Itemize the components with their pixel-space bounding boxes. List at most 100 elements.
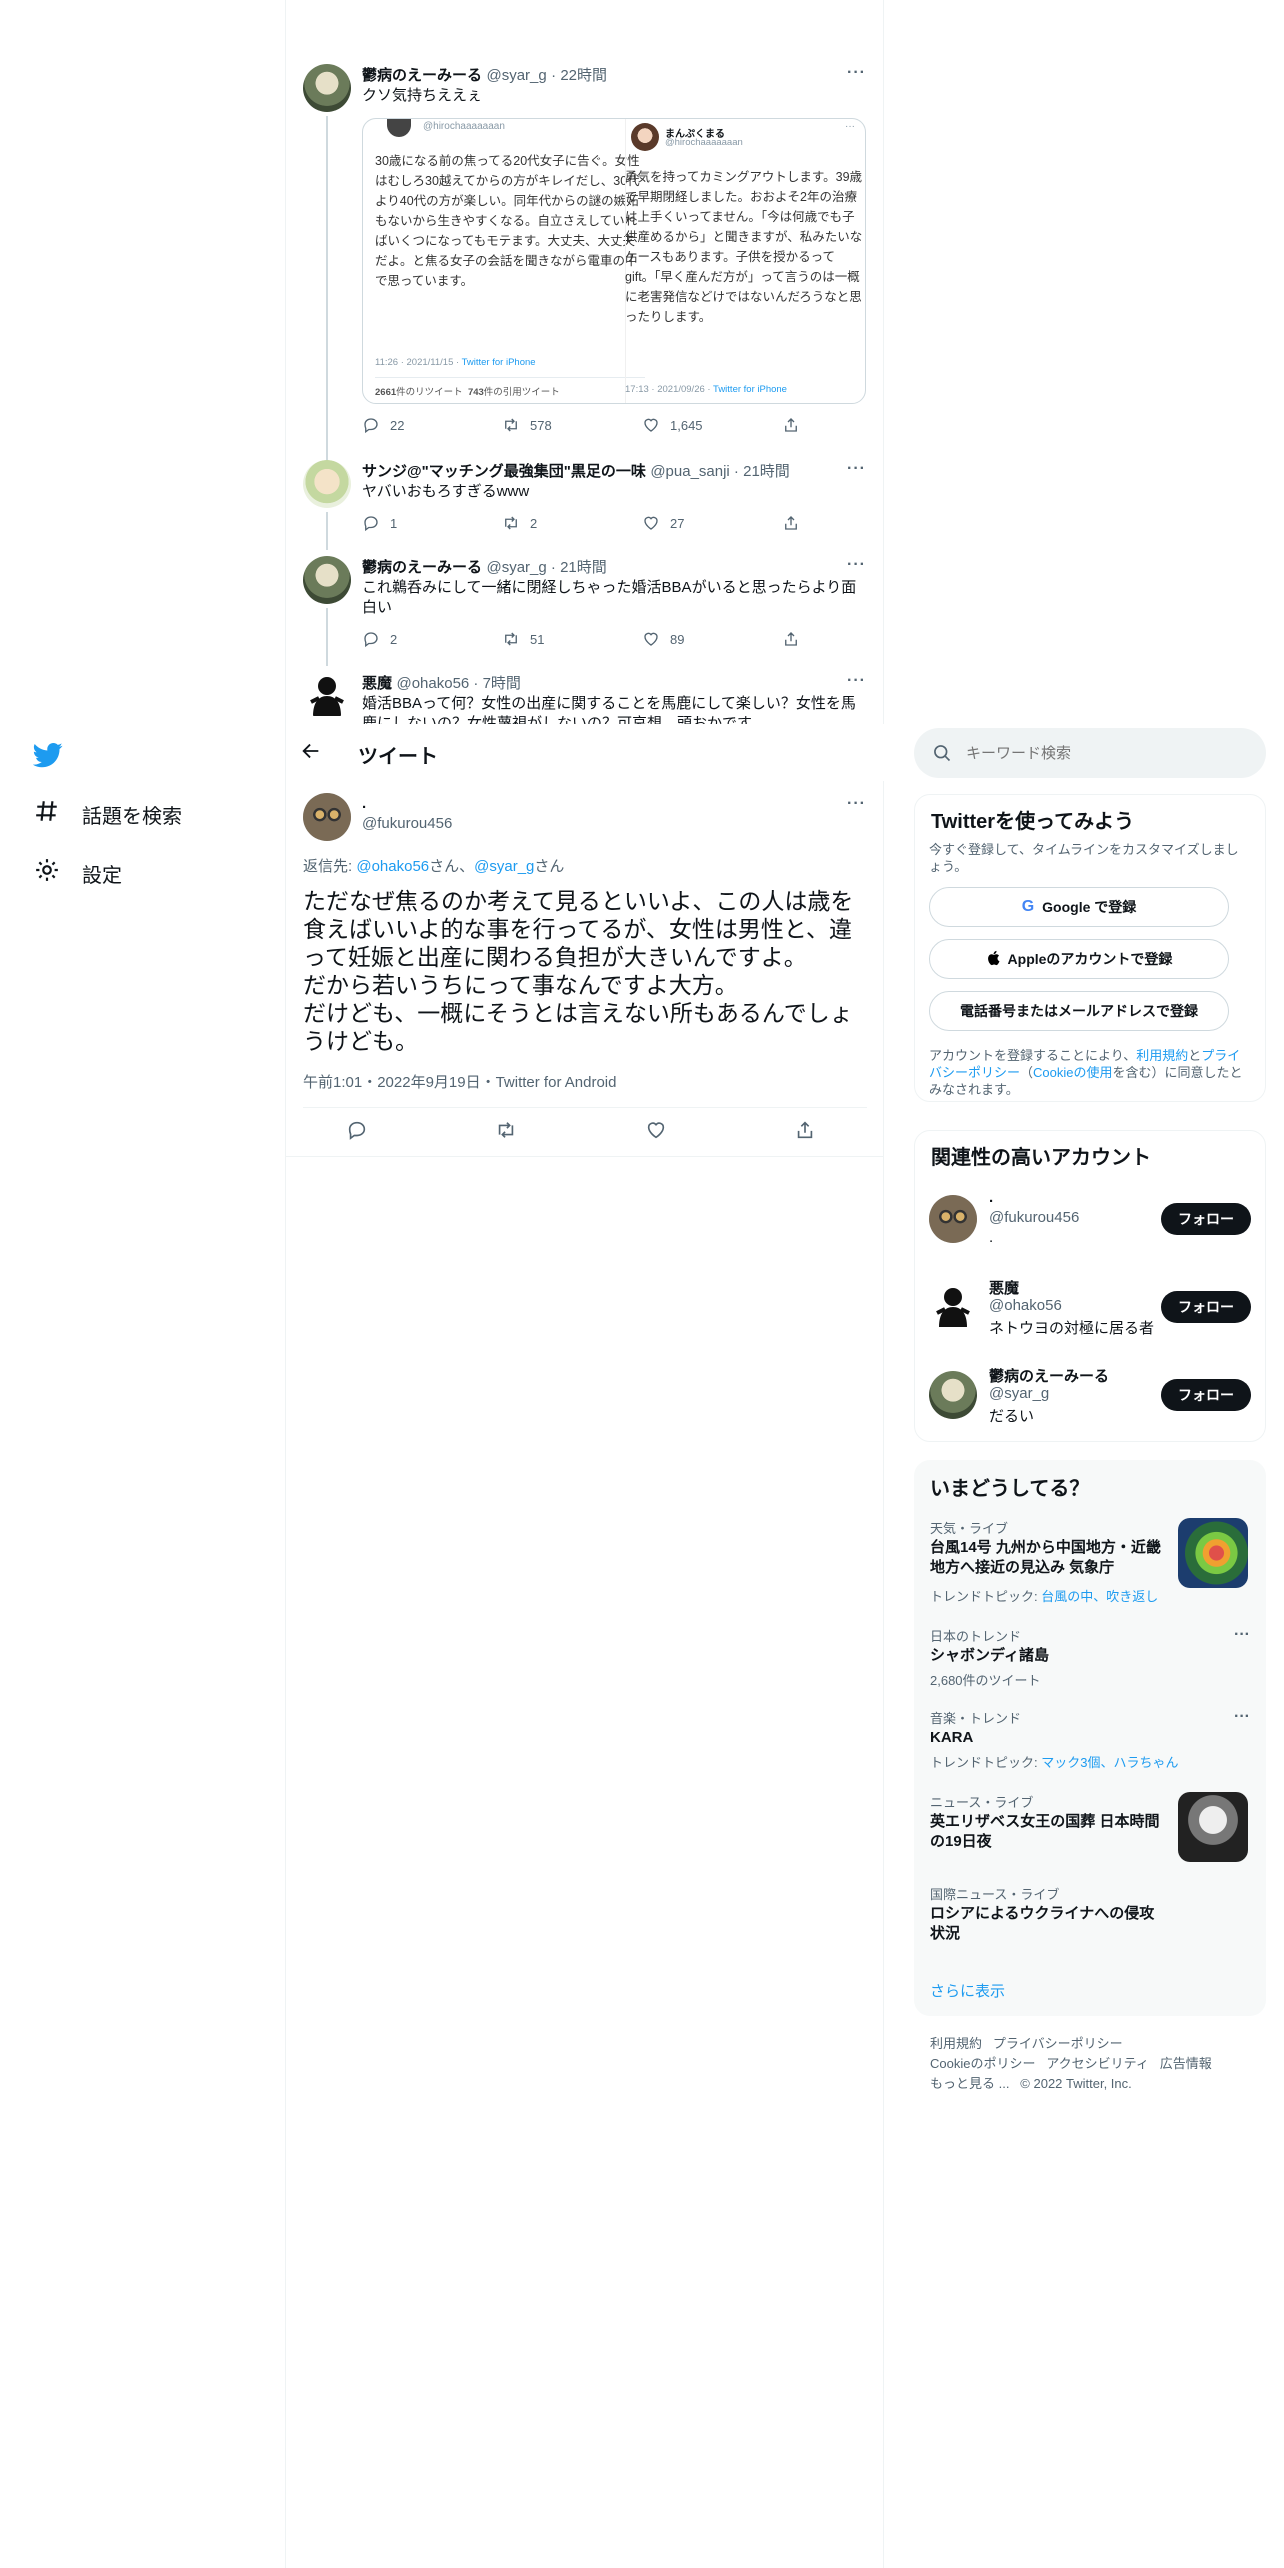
embed-left-time: 11:26 · 2021/11/15 · — [375, 357, 462, 368]
reply-to-link[interactable]: @ohako56 — [356, 858, 429, 875]
like-button[interactable]: 1,645 — [642, 416, 752, 434]
related-account[interactable]: 鬱病のえーみーる @syar_g だるい フォロー — [915, 1363, 1267, 1445]
follow-button[interactable]: フォロー — [1161, 1291, 1251, 1323]
show-more-link[interactable]: さらに表示 — [930, 1980, 1005, 2001]
google-signup-button[interactable]: G Google で登録 — [929, 887, 1229, 927]
trend-sub-links[interactable]: 台風の中、吹き返し — [1041, 1589, 1158, 1604]
phone-signup-button[interactable]: 電話番号またはメールアドレスで登録 — [929, 991, 1229, 1031]
share-button[interactable] — [782, 416, 802, 434]
share-button[interactable] — [782, 514, 802, 532]
apple-signup-button[interactable]: Appleのアカウントで登録 — [929, 939, 1229, 979]
tweet-time[interactable]: 21時間 — [560, 559, 607, 576]
trend-item[interactable]: ニュース・ライブ 英エリザベス女王の国葬 日本時間の19日夜 — [914, 1792, 1266, 1872]
author-handle[interactable]: @pua_sanji — [650, 463, 729, 480]
twitter-logo-icon[interactable] — [32, 740, 63, 775]
author-name[interactable]: 悪魔 — [362, 675, 392, 692]
follow-button[interactable]: フォロー — [1161, 1379, 1251, 1411]
retweet-button[interactable]: 2 — [502, 514, 612, 532]
like-button[interactable]: 89 — [642, 630, 752, 648]
avatar[interactable] — [929, 1283, 977, 1331]
account-handle[interactable]: @ohako56 — [989, 1297, 1062, 1314]
trend-item[interactable]: 国際ニュース・ライブ ロシアによるウクライナへの侵攻状況 — [914, 1884, 1266, 1964]
avatar[interactable] — [303, 556, 351, 604]
tweet-time[interactable]: 22時間 — [560, 67, 607, 84]
search-box[interactable] — [914, 728, 1266, 778]
thread-tweet[interactable]: 悪魔 @ohako56 · 7時間 ··· 婚活BBAって何？女性の出産に関する… — [286, 664, 884, 724]
nav-explore[interactable]: 話題を検索 — [34, 798, 182, 830]
tweet-time[interactable]: 7時間 — [483, 675, 521, 692]
trend-image[interactable] — [1178, 1792, 1248, 1862]
more-icon[interactable]: ··· — [847, 556, 866, 574]
avatar[interactable] — [303, 64, 351, 112]
trend-item[interactable]: 音楽・トレンド KARA トレンドトピック: マック3個、ハラちゃん ··· — [914, 1708, 1266, 1788]
reply-button[interactable]: 1 — [362, 514, 472, 532]
related-accounts-card: 関連性の高いアカウント . @fukurou456 . フォロー 悪魔 @oha… — [914, 1130, 1266, 1442]
google-signup-label: Google で登録 — [1042, 899, 1137, 915]
author-name[interactable]: 鬱病のえーみーる — [362, 67, 482, 84]
trend-image[interactable] — [1178, 1518, 1248, 1588]
author-handle[interactable]: @syar_g — [486, 67, 546, 84]
thread-tweet[interactable]: サンジ@"マッチング最強集団"黒足の一味 @pua_sanji · 21時間 ·… — [286, 452, 884, 550]
related-account[interactable]: 悪魔 @ohako56 ネトウヨの対極に居る者 フォロー — [915, 1275, 1267, 1357]
more-icon[interactable]: ··· — [847, 64, 866, 82]
retweet-button[interactable]: 51 — [502, 630, 612, 648]
trend-sub-links[interactable]: マック3個、ハラちゃん — [1041, 1755, 1178, 1770]
avatar[interactable] — [303, 460, 351, 508]
retweet-button[interactable]: 578 — [502, 416, 612, 434]
author-handle[interactable]: @fukurou456 — [362, 815, 452, 832]
retweet-icon[interactable] — [495, 1119, 517, 1146]
tweet-time[interactable]: 21時間 — [743, 463, 790, 480]
main-tweet: . @fukurou456 ··· 返信先: @ohako56さん、@syar_… — [286, 781, 884, 1157]
nav-settings[interactable]: 設定 — [34, 857, 122, 889]
search-input[interactable] — [966, 740, 1246, 766]
author-handle[interactable]: @syar_g — [486, 559, 546, 576]
account-handle[interactable]: @fukurou456 — [989, 1209, 1079, 1226]
avatar[interactable] — [303, 793, 351, 841]
reply-to-link[interactable]: @syar_g — [474, 858, 534, 875]
more-icon[interactable]: ··· — [847, 795, 866, 813]
author-name[interactable]: サンジ@"マッチング最強集団"黒足の一味 — [362, 463, 646, 480]
tweet-text: ただなぜ焦るのか考えて見るといいよ、この人は歳を食えばいいよ的な事を行ってるが、… — [303, 888, 854, 1054]
terms-link[interactable]: 利用規約 — [1136, 1048, 1188, 1063]
tweet-image[interactable]: @hirochaaaaaaan 30歳になる前の焦ってる20代女子に告ぐ。女性は… — [362, 118, 866, 404]
tweet-meta[interactable]: 午前1:01・2022年9月19日・Twitter for Android — [303, 1071, 616, 1092]
thread-tweet[interactable]: 鬱病のえーみーる @syar_g · 22時間 ··· クソ気持ちええぇ @hi… — [286, 52, 884, 486]
heart-icon[interactable] — [645, 1119, 667, 1146]
thread-tweet[interactable]: 鬱病のえーみーる @syar_g · 21時間 ··· これ鵜呑みにして一緒に閉… — [286, 548, 884, 666]
related-account[interactable]: . @fukurou456 . フォロー — [915, 1187, 1267, 1269]
author-name[interactable]: 鬱病のえーみーる — [362, 559, 482, 576]
reply-icon[interactable] — [346, 1119, 368, 1146]
trend-category: 国際ニュース・ライブ — [930, 1887, 1060, 1902]
trend-item[interactable]: 天気・ライブ 台風14号 九州から中国地方・近畿地方へ接近の見込み 気象庁 トレ… — [914, 1518, 1266, 1622]
footer-link[interactable]: 広告情報 — [1160, 2056, 1212, 2071]
account-handle[interactable]: @syar_g — [989, 1385, 1049, 1402]
author-handle[interactable]: @ohako56 — [396, 675, 469, 692]
more-icon[interactable]: ··· — [847, 460, 866, 478]
cookie-link[interactable]: Cookieの使用 — [1033, 1065, 1112, 1080]
tweet-text: ヤバいおもろすぎるwww — [362, 483, 530, 500]
more-icon[interactable]: ··· — [1234, 1708, 1250, 1726]
more-icon[interactable]: ··· — [1234, 1626, 1250, 1644]
avatar[interactable] — [929, 1195, 977, 1243]
share-button[interactable] — [782, 630, 802, 648]
embed-left-client: Twitter for iPhone — [461, 357, 536, 368]
author-name[interactable]: . — [362, 795, 366, 812]
reply-button[interactable]: 2 — [362, 630, 472, 648]
share-icon[interactable] — [794, 1119, 816, 1146]
footer-more-link[interactable]: もっと見る ... — [930, 2076, 1009, 2091]
footer-link[interactable]: 利用規約 — [930, 2036, 982, 2051]
account-name[interactable]: 悪魔 — [989, 1277, 1019, 1298]
footer-link[interactable]: プライバシーポリシー — [993, 2036, 1123, 2051]
avatar[interactable] — [303, 672, 351, 720]
like-button[interactable]: 27 — [642, 514, 752, 532]
footer-link[interactable]: Cookieのポリシー — [930, 2056, 1035, 2071]
more-icon[interactable]: ··· — [847, 672, 866, 690]
reply-button[interactable]: 22 — [362, 416, 472, 434]
account-name[interactable]: . — [989, 1189, 993, 1206]
back-arrow-icon[interactable] — [300, 740, 322, 767]
account-name[interactable]: 鬱病のえーみーる — [989, 1365, 1109, 1386]
footer-link[interactable]: アクセシビリティ — [1046, 2056, 1149, 2071]
avatar[interactable] — [929, 1371, 977, 1419]
trend-item[interactable]: 日本のトレンド シャボンディ諸島 2,680件のツイート ··· — [914, 1626, 1266, 1706]
follow-button[interactable]: フォロー — [1161, 1203, 1251, 1235]
